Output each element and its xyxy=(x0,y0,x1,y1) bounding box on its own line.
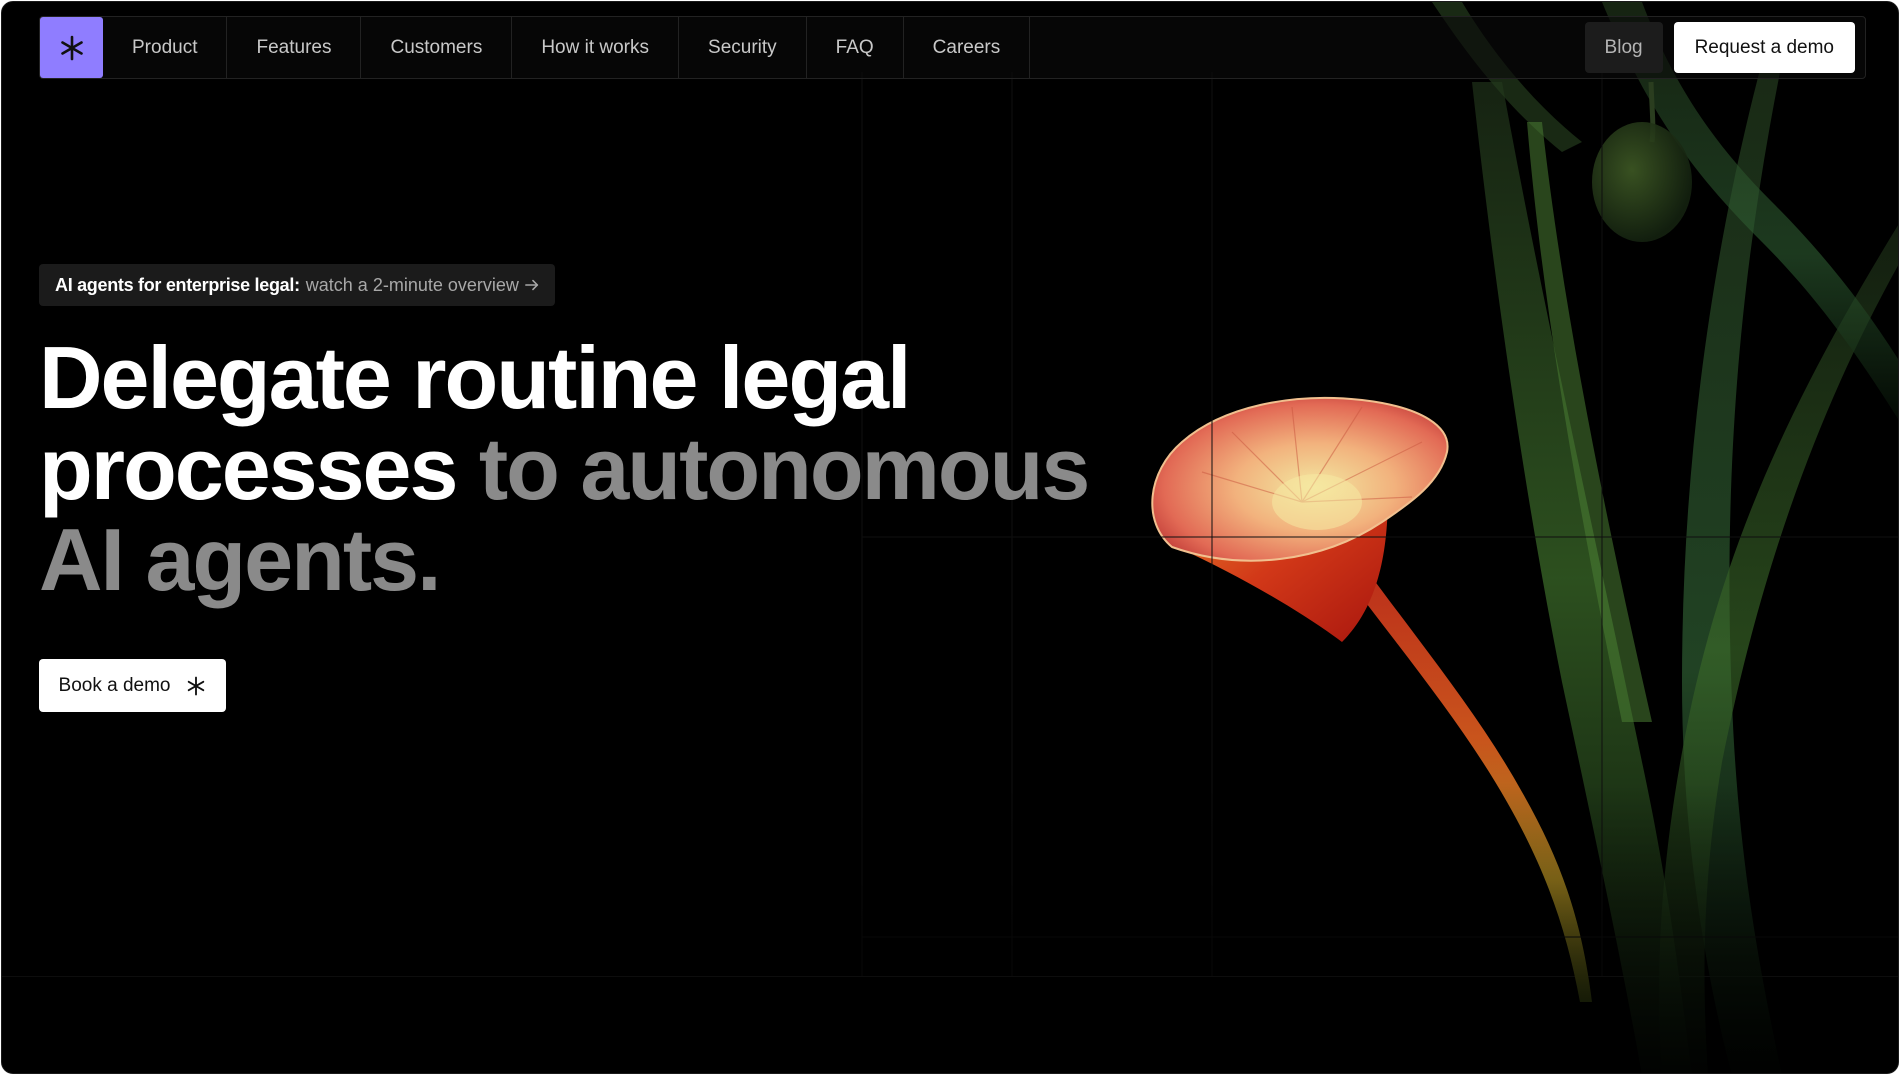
book-demo-label: Book a demo xyxy=(58,674,171,696)
logo-button[interactable] xyxy=(40,17,103,78)
top-navigation: Product Features Customers How it works … xyxy=(39,16,1866,79)
page-frame: Product Features Customers How it works … xyxy=(1,1,1899,1074)
announcement-banner[interactable]: AI agents for enterprise legal: watch a … xyxy=(39,264,555,306)
request-demo-button[interactable]: Request a demo xyxy=(1673,22,1855,73)
hero-headline: Delegate routine legal processes to auto… xyxy=(39,332,1159,605)
asterisk-icon xyxy=(60,35,83,60)
nav-item-features[interactable]: Features xyxy=(227,17,362,78)
asterisk-icon xyxy=(188,676,205,695)
nav-item-how-it-works[interactable]: How it works xyxy=(512,17,680,78)
nav-item-customers[interactable]: Customers xyxy=(361,17,513,78)
nav-item-product[interactable]: Product xyxy=(103,17,228,78)
announcement-link-text: watch a 2-minute overview xyxy=(305,274,519,295)
nav-item-careers[interactable]: Careers xyxy=(904,17,1031,78)
blog-button[interactable]: Blog xyxy=(1584,22,1663,73)
arrow-right-icon xyxy=(524,279,539,291)
nav-item-security[interactable]: Security xyxy=(679,17,807,78)
nav-item-faq[interactable]: FAQ xyxy=(807,17,904,78)
book-demo-button[interactable]: Book a demo xyxy=(39,659,226,712)
announcement-title: AI agents for enterprise legal: xyxy=(55,274,300,295)
